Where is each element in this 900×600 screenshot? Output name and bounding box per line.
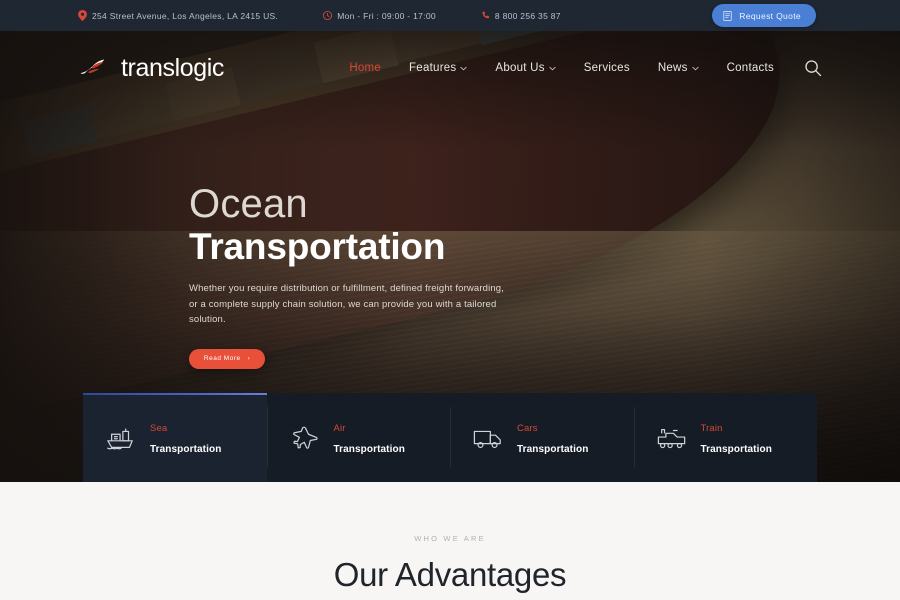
nav-item-contacts[interactable]: Contacts — [713, 62, 788, 74]
address-info: 254 Street Avenue, Los Angeles, LA 2415 … — [78, 10, 278, 21]
ship-icon — [106, 425, 136, 451]
chevron-down-icon — [691, 66, 699, 71]
site-header: translogic Home Features About Us Servic… — [0, 31, 900, 105]
hours-text: Mon - Fri : 09:00 - 17:00 — [337, 10, 436, 21]
service-word-train: Transportation — [700, 443, 772, 455]
site-logo[interactable]: translogic — [78, 54, 224, 83]
nav-item-news[interactable]: News — [644, 62, 713, 74]
nav-item-services[interactable]: Services — [570, 62, 644, 74]
hours-info: Mon - Fri : 09:00 - 17:00 — [323, 10, 436, 21]
request-quote-button[interactable]: Request Quote — [712, 4, 816, 27]
advantages-eyebrow: WHO WE ARE — [414, 534, 486, 543]
phone-icon — [481, 10, 490, 21]
locomotive-icon — [657, 425, 687, 451]
service-kind-air: Air — [333, 423, 346, 435]
document-icon — [723, 10, 732, 21]
nav-label-about-us: About Us — [495, 62, 545, 74]
swoosh-logo-icon — [78, 57, 112, 79]
advantages-title: Our Advantages — [333, 556, 567, 593]
nav-item-home[interactable]: Home — [335, 62, 395, 74]
read-more-label: Read More — [203, 355, 241, 363]
service-word-sea: Transportation — [150, 443, 222, 455]
service-cards: Sea Transportation Air Transportation Ca… — [0, 393, 900, 482]
chevron-down-icon — [460, 66, 468, 71]
landing-page: 254 Street Avenue, Los Angeles, LA 2415 … — [0, 0, 900, 600]
advantages-section: WHO WE ARE Our Advantages — [0, 482, 900, 600]
service-card-sea[interactable]: Sea Transportation — [83, 393, 267, 482]
truck-icon — [473, 425, 503, 451]
arrow-right-icon: › — [247, 355, 251, 362]
nav-label-news: News — [657, 62, 688, 74]
clock-icon — [323, 10, 333, 21]
top-info-bar: 254 Street Avenue, Los Angeles, LA 2415 … — [0, 0, 900, 31]
airplane-icon — [290, 425, 320, 451]
hero-subtitle: Whether you require distribution or fulf… — [189, 283, 505, 326]
phone-info[interactable]: 8 800 256 35 87 — [481, 10, 561, 21]
hero-title-light: Ocean — [189, 182, 308, 226]
hero-content: Ocean Transportation Whether you require… — [189, 183, 619, 369]
service-kind-cars: Cars — [517, 423, 538, 435]
service-kind-sea: Sea — [150, 423, 168, 435]
service-card-train[interactable]: Train Transportation — [633, 393, 817, 482]
service-word-cars: Transportation — [517, 443, 589, 455]
map-pin-icon — [78, 10, 87, 21]
service-kind-train: Train — [700, 423, 723, 435]
read-more-button[interactable]: Read More › — [189, 348, 265, 369]
service-card-cars[interactable]: Cars Transportation — [450, 393, 634, 482]
nav-label-services: Services — [583, 62, 630, 74]
search-icon[interactable] — [804, 59, 822, 77]
service-card-air[interactable]: Air Transportation — [266, 393, 450, 482]
service-word-air: Transportation — [333, 443, 405, 455]
phone-text: 8 800 256 35 87 — [494, 10, 561, 21]
logo-text: translogic — [121, 53, 224, 82]
nav-label-contacts: Contacts — [726, 62, 774, 74]
nav-item-features[interactable]: Features — [395, 62, 481, 74]
nav-label-home: Home — [349, 62, 382, 74]
chevron-down-icon — [549, 66, 556, 71]
nav-label-features: Features — [409, 62, 457, 74]
nav-item-about-us[interactable]: About Us — [481, 62, 569, 74]
main-navigation: Home Features About Us Services News Con… — [335, 59, 822, 77]
request-quote-label: Request Quote — [739, 10, 801, 21]
hero-title-bold: Transportation — [189, 226, 446, 267]
address-text: 254 Street Avenue, Los Angeles, LA 2415 … — [92, 10, 279, 21]
